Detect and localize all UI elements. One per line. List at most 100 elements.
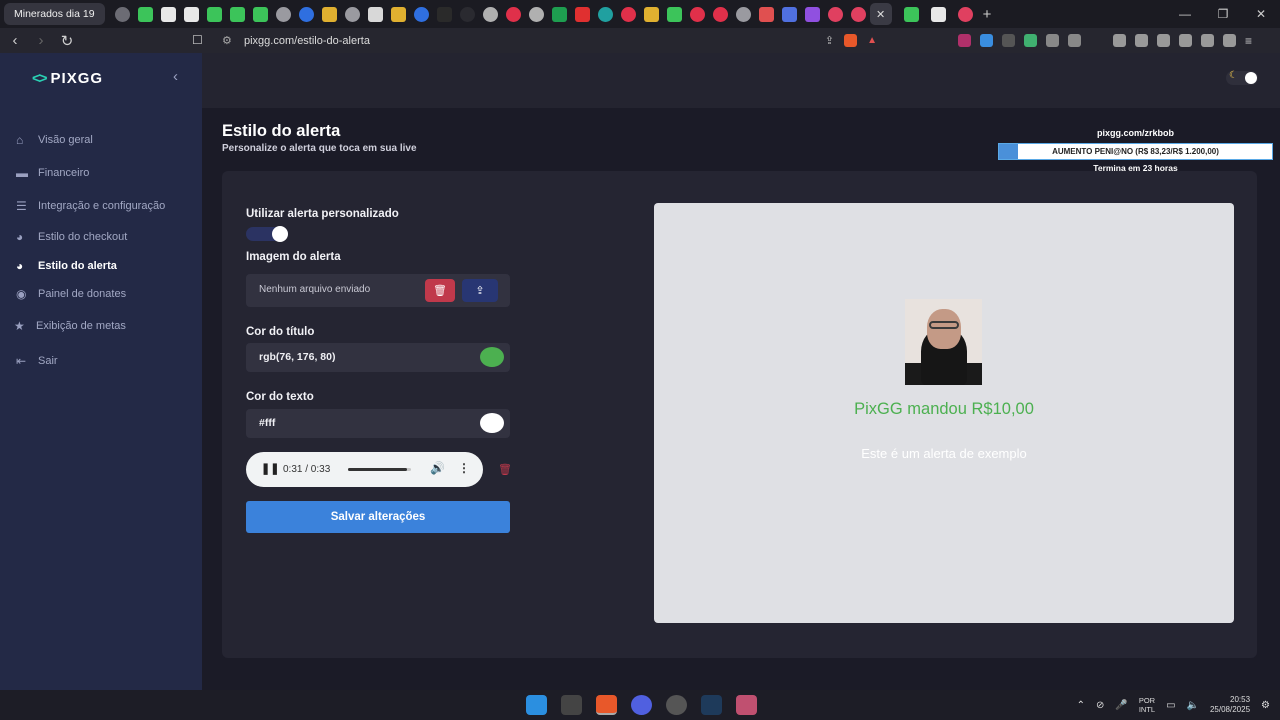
sidebar-item-financeiro[interactable]: ▬ Financeiro — [16, 156, 165, 189]
clock[interactable]: 20:53 25/08/2025 — [1210, 695, 1250, 715]
tab-favicon[interactable] — [505, 6, 521, 22]
tab-favicon[interactable] — [482, 6, 498, 22]
tab-favicon[interactable] — [413, 6, 429, 22]
tab-favicon[interactable] — [229, 6, 245, 22]
brave-browser-icon[interactable] — [596, 695, 617, 715]
minimize-icon[interactable]: — — [1166, 7, 1204, 21]
delete-audio-icon[interactable]: 🗑 — [498, 463, 512, 476]
chevron-up-icon[interactable]: ⌃ — [1077, 700, 1085, 711]
close-window-icon[interactable]: ✕ — [1242, 7, 1280, 21]
extension-icon[interactable] — [980, 34, 993, 47]
tab-favicon[interactable] — [252, 6, 268, 22]
theme-toggle[interactable]: ☾ — [1226, 70, 1258, 85]
sidebar-item-visao-geral[interactable]: ⌂ Visão geral — [16, 123, 165, 156]
site-settings-icon[interactable]: ⚙ — [222, 34, 244, 47]
taskbar-app-icon[interactable] — [561, 695, 582, 715]
title-color-swatch[interactable] — [480, 347, 504, 367]
tab-favicon[interactable] — [758, 6, 774, 22]
tab-favicon[interactable] — [850, 6, 866, 22]
title-color-field[interactable]: rgb(76, 176, 80) — [246, 343, 510, 372]
volume-icon[interactable]: 🔊 — [430, 461, 445, 475]
delete-image-button[interactable]: 🗑 — [425, 279, 455, 302]
windows-start-icon[interactable] — [526, 695, 547, 715]
extension-icon[interactable] — [1024, 34, 1037, 47]
audio-seek-bar[interactable] — [348, 468, 411, 471]
tab-favicon[interactable] — [804, 6, 820, 22]
new-tab-icon[interactable]: + — [983, 6, 992, 23]
taskbar-app-icon[interactable] — [736, 695, 757, 715]
brave-shields-icon[interactable] — [844, 34, 858, 47]
tab-favicon[interactable] — [666, 6, 682, 22]
language-indicator[interactable]: POR INTL — [1139, 696, 1155, 714]
upload-image-button[interactable]: ⇪ — [462, 279, 498, 302]
collapse-sidebar-icon[interactable]: ‹ — [173, 68, 178, 85]
media-icon[interactable] — [1135, 34, 1148, 47]
tab-favicon[interactable] — [528, 6, 544, 22]
pause-icon[interactable]: ❚❚ — [261, 462, 279, 475]
extension-icon[interactable] — [1068, 34, 1081, 47]
leo-icon[interactable] — [1201, 34, 1214, 47]
extension-icon[interactable] — [1002, 34, 1015, 47]
text-color-swatch[interactable] — [480, 413, 504, 433]
tab-favicon[interactable] — [930, 6, 946, 22]
tab-favicon[interactable] — [903, 6, 919, 22]
tab-favicon[interactable] — [551, 6, 567, 22]
save-button[interactable]: Salvar alterações — [246, 501, 510, 533]
tab-favicon[interactable] — [160, 6, 176, 22]
sidebar-item-sair[interactable]: ⇤ Sair — [16, 343, 165, 378]
close-tab-icon[interactable]: ✕ — [869, 3, 892, 25]
share-icon[interactable]: ⇪ — [825, 34, 834, 47]
tab-favicon[interactable] — [114, 6, 130, 22]
url-text[interactable]: pixgg.com/estilo-do-alerta — [244, 35, 370, 47]
extension-icon[interactable] — [958, 34, 971, 47]
tab-favicon[interactable] — [643, 6, 659, 22]
tab-favicon[interactable] — [367, 6, 383, 22]
address-bar[interactable]: ⚙ pixgg.com/estilo-do-alerta ⇪ ▲ — [222, 31, 877, 50]
more-options-icon[interactable]: ⋮ — [458, 461, 470, 475]
tab-favicon[interactable] — [459, 6, 475, 22]
tab-favicon[interactable] — [574, 6, 590, 22]
restore-icon[interactable]: ❐ — [1204, 7, 1242, 21]
text-color-field[interactable]: #fff — [246, 409, 510, 438]
tab-favicon[interactable] — [321, 6, 337, 22]
tab-favicon[interactable] — [344, 6, 360, 22]
tab-favicon[interactable] — [390, 6, 406, 22]
network-off-icon[interactable]: ⊘ — [1096, 700, 1104, 711]
sidebar-item-integracao[interactable]: ☰ Integração e configuração — [16, 189, 165, 222]
tab-favicon[interactable] — [298, 6, 314, 22]
browser-menu-icon[interactable]: ≡ — [1245, 34, 1252, 48]
tab-favicon[interactable] — [712, 6, 728, 22]
microphone-icon[interactable]: 🎤 — [1115, 700, 1127, 711]
forward-icon[interactable]: › — [30, 32, 52, 49]
display-icon[interactable]: ▭ — [1166, 700, 1175, 711]
bookmark-icon[interactable]: ☐ — [192, 33, 203, 47]
back-icon[interactable]: ‹ — [4, 32, 26, 49]
pixgg-logo[interactable]: <> PIXGG — [32, 70, 103, 87]
sidebar-item-painel-donates[interactable]: ◉ Painel de donates — [16, 280, 165, 308]
sidebar-item-estilo-checkout[interactable]: ◕ Estilo do checkout — [16, 222, 165, 252]
taskbar-app-icon[interactable] — [666, 695, 687, 715]
tab-favicon[interactable] — [436, 6, 452, 22]
notifications-icon[interactable]: ⚙ — [1261, 700, 1270, 711]
tab-favicon[interactable] — [781, 6, 797, 22]
custom-alert-toggle[interactable] — [246, 226, 288, 242]
sidebar-toggle-icon[interactable] — [1157, 34, 1170, 47]
tab-favicon[interactable] — [957, 6, 973, 22]
tab-favicon[interactable] — [689, 6, 705, 22]
tab-favicon[interactable] — [620, 6, 636, 22]
reload-icon[interactable]: ↻ — [56, 32, 78, 50]
tab-favicon[interactable] — [735, 6, 751, 22]
download-icon[interactable] — [1113, 34, 1126, 47]
wallet-icon[interactable] — [1179, 34, 1192, 47]
discord-icon[interactable] — [631, 695, 652, 715]
steam-icon[interactable] — [701, 695, 722, 715]
tab-favicon[interactable] — [275, 6, 291, 22]
tab-favicon[interactable] — [137, 6, 153, 22]
sidebar-item-estilo-alerta[interactable]: ◕ Estilo do alerta — [16, 252, 165, 280]
tab-favicon[interactable] — [183, 6, 199, 22]
puzzle-icon[interactable] — [1046, 34, 1059, 47]
tab-favicon[interactable] — [597, 6, 613, 22]
sidebar-item-exibicao-metas[interactable]: ★ Exibição de metas — [14, 308, 165, 343]
tab-favicon[interactable] — [827, 6, 843, 22]
browser-tab-active[interactable]: Minerados dia 19 — [4, 3, 105, 25]
